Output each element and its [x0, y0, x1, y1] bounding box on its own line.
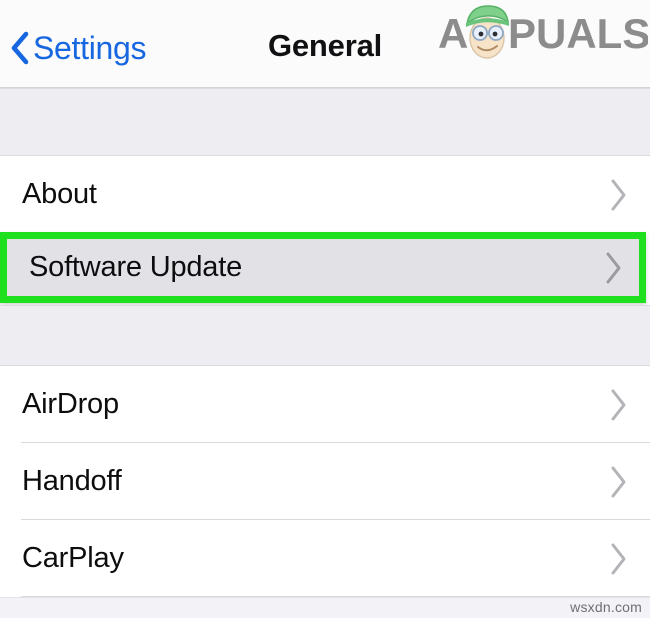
settings-row-airdrop-label: AirDrop	[22, 388, 119, 420]
chevron-right-icon	[611, 389, 626, 421]
settings-row-airdrop[interactable]: AirDrop	[0, 366, 650, 443]
settings-row-handoff-label: Handoff	[22, 465, 122, 497]
settings-row-carplay[interactable]: CarPlay	[0, 520, 650, 597]
settings-general-screen: Settings General A PUALS About Software …	[0, 0, 650, 618]
section-gap-middle	[0, 305, 650, 366]
settings-row-carplay-label: CarPlay	[22, 542, 124, 574]
chevron-right-icon	[611, 466, 626, 498]
appuals-mascot-icon	[465, 5, 510, 59]
software-update-highlight-box: Software Update	[0, 232, 646, 303]
footer-watermark-text: wsxdn.com	[570, 599, 642, 615]
settings-group-two: AirDrop Handoff CarPlay	[0, 366, 650, 597]
appuals-watermark-logo: A PUALS	[438, 5, 648, 59]
settings-row-handoff[interactable]: Handoff	[0, 443, 650, 520]
chevron-right-icon	[606, 252, 621, 284]
settings-row-about[interactable]: About	[0, 156, 650, 233]
watermark-letter-a: A	[438, 10, 468, 57]
settings-row-software-update[interactable]: Software Update	[7, 239, 639, 296]
settings-row-about-label: About	[22, 178, 97, 210]
footer-bar: wsxdn.com	[0, 597, 650, 618]
chevron-right-icon	[611, 543, 626, 575]
watermark-text-puals: PUALS	[508, 10, 648, 57]
chevron-left-icon	[11, 31, 29, 65]
back-button-label: Settings	[33, 30, 147, 66]
back-to-settings-button[interactable]: Settings	[10, 26, 147, 70]
navigation-bar: Settings General A PUALS	[0, 0, 650, 88]
section-gap-top	[0, 88, 650, 156]
settings-row-software-update-label: Software Update	[29, 251, 243, 283]
page-title-text: General	[267, 28, 383, 63]
chevron-right-icon	[611, 179, 626, 211]
